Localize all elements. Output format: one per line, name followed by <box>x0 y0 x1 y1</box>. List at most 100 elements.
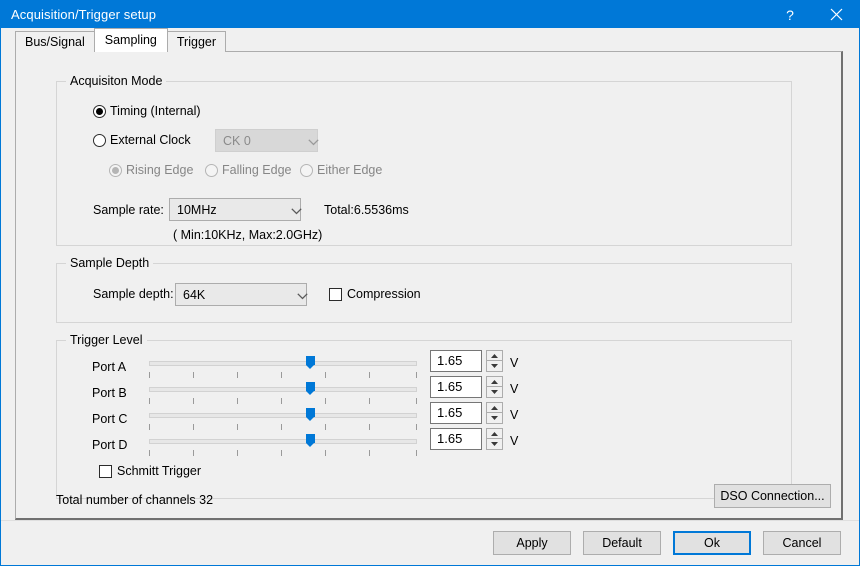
external-clock-select[interactable]: CK 0 <box>215 129 319 152</box>
spin-down-button[interactable] <box>486 361 503 372</box>
port-a-spin-buttons[interactable] <box>486 350 503 372</box>
radio-indicator <box>93 104 106 118</box>
spin-up-button[interactable] <box>486 376 503 387</box>
radio-rising-edge[interactable]: Rising Edge <box>109 163 193 177</box>
port-c-slider[interactable] <box>149 407 417 431</box>
sample-depth-label: Sample depth: <box>93 287 174 301</box>
radio-falling-edge[interactable]: Falling Edge <box>205 163 292 177</box>
port-b-spin-buttons[interactable] <box>486 376 503 398</box>
slider-thumb[interactable] <box>305 408 315 421</box>
tab-bus-signal[interactable]: Bus/Signal <box>15 31 95 52</box>
port-b-value-input[interactable]: 1.65 <box>430 376 482 398</box>
spin-down-button[interactable] <box>486 439 503 450</box>
total-time-label: Total:6.5536ms <box>324 203 409 217</box>
radio-timing-internal[interactable]: Timing (Internal) <box>93 104 201 118</box>
slider-track[interactable] <box>149 361 417 366</box>
port-c-value-spinner[interactable]: 1.65 <box>430 402 503 424</box>
ok-button[interactable]: Ok <box>673 531 751 555</box>
schmitt-trigger-checkbox[interactable]: Schmitt Trigger <box>99 464 201 478</box>
trigger-level-group: Trigger Level Port A 1.65 V Port B 1.65 … <box>56 333 792 499</box>
title-bar: Acquisition/Trigger setup ? <box>1 1 859 28</box>
checkbox-indicator <box>329 287 342 301</box>
triangle-down-icon <box>491 390 498 394</box>
port-b-slider[interactable] <box>149 381 417 405</box>
port-b-value-spinner[interactable]: 1.65 <box>430 376 503 398</box>
sample-depth-title: Sample Depth <box>66 256 154 270</box>
slider-track[interactable] <box>149 413 417 418</box>
slider-ticks <box>149 372 417 378</box>
sample-rate-label: Sample rate: <box>93 203 164 217</box>
external-clock-value: CK 0 <box>223 133 251 148</box>
port-c-spin-buttons[interactable] <box>486 402 503 424</box>
sampling-tab-panel: Acquisiton Mode Timing (Internal) Extern… <box>15 51 843 520</box>
port-b-label: Port B <box>92 386 127 400</box>
slider-thumb[interactable] <box>305 434 315 447</box>
triangle-up-icon <box>491 405 498 410</box>
spin-up-button[interactable] <box>486 350 503 361</box>
default-button[interactable]: Default <box>583 531 661 555</box>
sample-depth-group: Sample Depth Sample depth: 64K Compressi… <box>56 256 792 323</box>
port-a-value-input[interactable]: 1.65 <box>430 350 482 372</box>
dso-connection-button[interactable]: DSO Connection... <box>714 484 831 508</box>
port-a-slider[interactable] <box>149 355 417 379</box>
sample-rate-select[interactable]: 10MHz <box>169 198 302 221</box>
port-d-value-input[interactable]: 1.65 <box>430 428 482 450</box>
tab-trigger[interactable]: Trigger <box>166 31 227 52</box>
slider-track[interactable] <box>149 387 417 392</box>
port-d-value-spinner[interactable]: 1.65 <box>430 428 503 450</box>
radio-either-edge-label: Either Edge <box>317 163 383 177</box>
port-d-label: Port D <box>92 438 128 452</box>
radio-indicator <box>205 163 218 177</box>
radio-indicator <box>300 163 313 177</box>
port-a-value-spinner[interactable]: 1.65 <box>430 350 503 372</box>
tab-sampling[interactable]: Sampling <box>93 28 168 52</box>
question-mark-icon: ? <box>786 6 794 23</box>
slider-thumb[interactable] <box>305 356 315 369</box>
channel-count-label: Total number of channels 32 <box>56 493 214 507</box>
sample-rate-range-label: ( Min:10KHz, Max:2.0GHz) <box>173 228 323 242</box>
radio-timing-internal-label: Timing (Internal) <box>110 104 201 118</box>
dialog-footer: Apply Default Ok Cancel <box>1 520 859 565</box>
port-d-slider[interactable] <box>149 433 417 457</box>
spin-up-button[interactable] <box>486 402 503 413</box>
compression-label: Compression <box>347 287 421 301</box>
port-b-unit: V <box>510 382 519 396</box>
triangle-up-icon <box>491 431 498 436</box>
triangle-up-icon <box>491 379 498 384</box>
spin-down-button[interactable] <box>486 413 503 424</box>
checkbox-indicator <box>99 464 112 478</box>
port-c-unit: V <box>510 408 519 422</box>
cancel-button[interactable]: Cancel <box>763 531 841 555</box>
port-d-spin-buttons[interactable] <box>486 428 503 450</box>
port-c-value-input[interactable]: 1.65 <box>430 402 482 424</box>
close-icon <box>830 8 842 21</box>
trigger-level-title: Trigger Level <box>66 333 147 347</box>
triangle-down-icon <box>491 442 498 446</box>
help-button[interactable]: ? <box>767 1 813 28</box>
radio-indicator <box>93 133 106 147</box>
slider-track[interactable] <box>149 439 417 444</box>
close-button[interactable] <box>813 1 859 28</box>
apply-button[interactable]: Apply <box>493 531 571 555</box>
radio-either-edge[interactable]: Either Edge <box>300 163 382 177</box>
triangle-up-icon <box>491 353 498 358</box>
dialog-window: Acquisition/Trigger setup ? Bus/Signal S… <box>0 0 860 566</box>
radio-indicator <box>109 163 122 177</box>
acquisition-mode-group: Acquisiton Mode Timing (Internal) Extern… <box>56 74 792 246</box>
slider-ticks <box>149 424 417 430</box>
spin-up-button[interactable] <box>486 428 503 439</box>
port-c-label: Port C <box>92 412 128 426</box>
radio-external-clock[interactable]: External Clock <box>93 133 191 147</box>
spin-down-button[interactable] <box>486 387 503 398</box>
radio-external-clock-label: External Clock <box>110 133 191 147</box>
slider-thumb[interactable] <box>305 382 315 395</box>
tab-strip: Bus/Signal Sampling Trigger <box>1 28 859 52</box>
schmitt-trigger-label: Schmitt Trigger <box>117 464 202 478</box>
triangle-down-icon <box>491 364 498 368</box>
compression-checkbox[interactable]: Compression <box>329 287 421 301</box>
radio-rising-edge-label: Rising Edge <box>126 163 194 177</box>
slider-ticks <box>149 398 417 404</box>
port-a-unit: V <box>510 356 519 370</box>
radio-falling-edge-label: Falling Edge <box>222 163 292 177</box>
sample-depth-select[interactable]: 64K <box>175 283 308 306</box>
